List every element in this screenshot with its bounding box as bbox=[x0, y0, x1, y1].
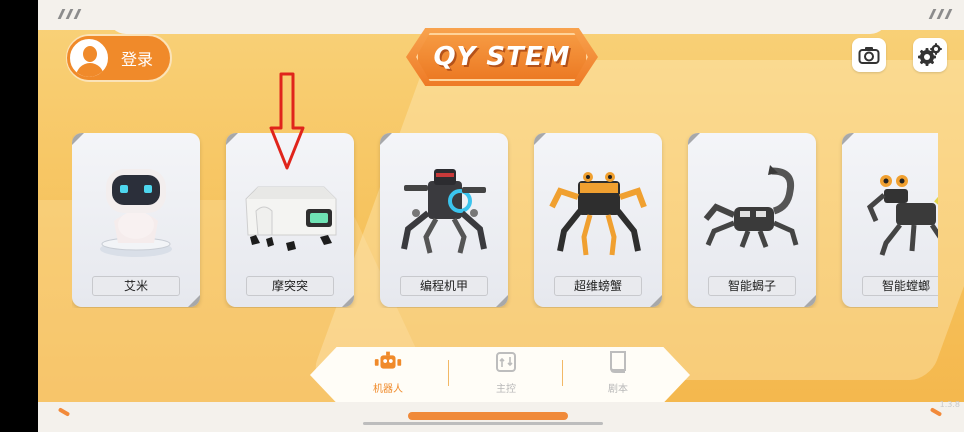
version-text: 1.3.8 bbox=[939, 400, 960, 409]
left-black-bar bbox=[0, 0, 38, 432]
bottom-accent-bar bbox=[408, 412, 568, 420]
camera-button[interactable] bbox=[852, 38, 886, 72]
camera-icon bbox=[858, 47, 880, 64]
robot-card-mech[interactable]: 编程机甲 bbox=[380, 133, 508, 307]
user-avatar-icon bbox=[67, 36, 111, 80]
robot-crab-image bbox=[549, 172, 647, 256]
logo-text: QY STEM bbox=[433, 42, 571, 72]
robot-label: 智能螳螂 bbox=[862, 276, 938, 296]
nav-label: 剧本 bbox=[608, 384, 628, 395]
robot-mantis-image bbox=[866, 175, 938, 256]
home-indicator[interactable] bbox=[363, 422, 603, 425]
decorative-stripes-right bbox=[928, 9, 953, 19]
annotation-arrow-down-icon bbox=[269, 72, 305, 170]
settings-button[interactable] bbox=[913, 38, 947, 72]
robot-emmy-image bbox=[100, 169, 172, 257]
controller-icon bbox=[496, 352, 516, 372]
book-icon bbox=[610, 351, 626, 373]
nav-tab-controller[interactable]: 主控 bbox=[466, 350, 546, 400]
decorative-stripes-left bbox=[57, 9, 82, 19]
gear-icon bbox=[918, 43, 942, 66]
login-button[interactable]: 登录 bbox=[66, 34, 172, 82]
nav-label: 机器人 bbox=[373, 384, 403, 395]
nav-divider bbox=[448, 360, 449, 386]
robot-label: 智能蝎子 bbox=[708, 276, 796, 296]
nav-label: 主控 bbox=[496, 384, 516, 395]
robot-carousel[interactable]: 艾米 摩突突 编程机甲 超维螃蟹 智能蝎子 智能螳螂 bbox=[72, 133, 938, 308]
robot-card-crab[interactable]: 超维螃蟹 bbox=[534, 133, 662, 307]
robot-mech-image bbox=[401, 169, 487, 254]
robot-head-icon bbox=[374, 351, 402, 369]
robot-card-emmy[interactable]: 艾米 bbox=[72, 133, 200, 307]
login-label: 登录 bbox=[121, 50, 154, 69]
nav-divider bbox=[562, 360, 563, 386]
main-stage: 登录 QY STEM 艾米 摩突突 编程机甲 超维螃蟹 智能蝎子 智能螳螂 机器… bbox=[38, 0, 964, 432]
robot-label: 编程机甲 bbox=[400, 276, 488, 296]
robot-card-mantis[interactable]: 智能螳螂 bbox=[842, 133, 938, 307]
app-logo: QY STEM bbox=[416, 33, 588, 81]
robot-label: 摩突突 bbox=[246, 276, 334, 296]
nav-tab-script[interactable]: 剧本 bbox=[578, 350, 658, 400]
robot-label: 超维螃蟹 bbox=[554, 276, 642, 296]
nav-tab-robot[interactable]: 机器人 bbox=[348, 350, 428, 400]
robot-card-scorpion[interactable]: 智能蝎子 bbox=[688, 133, 816, 307]
robot-label: 艾米 bbox=[92, 276, 180, 296]
robot-scorpion-image bbox=[703, 165, 799, 248]
